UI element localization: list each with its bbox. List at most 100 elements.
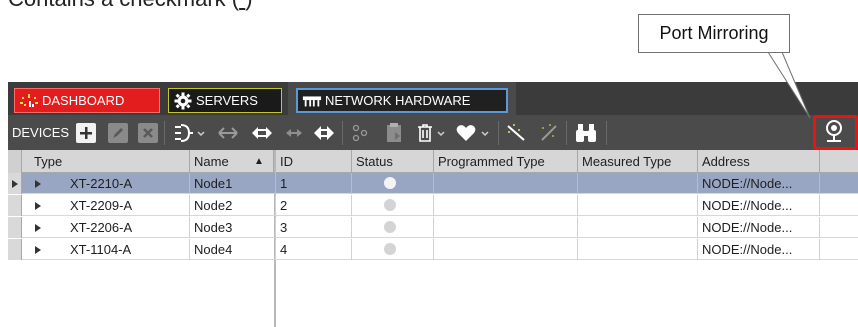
callout-label: Port Mirroring [659,23,769,43]
expand-row-button[interactable] [24,195,52,216]
column-address-label: Address [702,154,750,169]
port-mirroring-callout: Port Mirroring [638,14,790,53]
favorite-dropdown-button[interactable] [454,121,492,145]
cell-id: 4 [276,239,352,260]
cell-address: NODE://Node... [698,195,820,216]
dashboard-icon [19,93,39,109]
add-icon [76,123,96,143]
delete-dropdown-button[interactable] [414,121,448,145]
link-double-icon [314,126,334,140]
column-header-name[interactable]: Name ▲ [190,150,274,173]
link-left-button[interactable] [216,121,240,145]
network-node-button[interactable] [348,121,372,145]
chevron-right-icon [35,245,41,254]
link-both-icon [252,127,272,139]
cell-status [352,195,434,216]
cell-name: Node4 [190,239,276,260]
cell-type: XT-2206-A [66,217,190,238]
tab-servers[interactable]: SERVERS [168,88,282,113]
link-left-icon [218,127,238,139]
column-programmed-type-label: Programmed Type [438,154,545,169]
cell-programmed-type [434,173,578,194]
cell-id: 3 [276,217,352,238]
column-status-label: Status [356,154,393,169]
row-header [8,239,22,260]
cell-programmed-type [434,195,578,216]
column-header-measured-type[interactable]: Measured Type [578,150,698,173]
cell-type: XT-2209-A [66,195,190,216]
cell-measured-type [578,239,698,260]
network-node-icon [352,124,368,142]
cell-address: NODE://Node... [698,173,820,194]
magic-wand-button[interactable] [504,121,528,145]
remove-device-button[interactable] [136,121,160,145]
caption-prefix: Contains a checkmark ( [8,0,239,11]
cell-type: XT-2210-A [66,173,190,194]
cell-status [352,217,434,238]
edit-icon [108,123,128,143]
clipboard-button[interactable] [382,121,406,145]
application-window: DASHBOARD SERVERS NETWORK HARDWARE DEVIC… [8,82,858,327]
table-row[interactable]: XT-2209-A Node2 2 NODE://Node... [8,195,858,216]
cell-measured-type [578,173,698,194]
table-row[interactable]: XT-2210-A Node1 1 NODE://Node... [8,173,858,194]
cell-id: 2 [276,195,352,216]
status-offline-icon [384,199,396,211]
cell-measured-type [578,195,698,216]
cell-measured-type [578,217,698,238]
table-row[interactable]: XT-2206-A Node3 3 NODE://Node... [8,217,858,238]
connector-dropdown-button[interactable] [172,121,206,145]
find-device-button[interactable] [574,121,598,145]
cell-name: Node3 [190,217,276,238]
table-row[interactable]: XT-1104-A Node4 4 NODE://Node... [8,239,858,260]
column-header-id[interactable]: ID [276,150,352,173]
expand-row-button[interactable] [24,217,52,238]
chevron-right-icon [35,179,41,188]
status-offline-icon [384,221,396,233]
cell-type: XT-1104-A [66,239,190,260]
connector-icon [175,124,205,142]
row-header [8,195,22,216]
cell-status [352,173,434,194]
column-measured-type-label: Measured Type [582,154,672,169]
cell-name: Node2 [190,195,276,216]
status-online-icon [384,177,396,189]
column-header-programmed-type[interactable]: Programmed Type [434,150,578,173]
toolbar-separator [606,121,607,145]
link-small-button[interactable] [282,121,306,145]
cell-id: 1 [276,173,352,194]
wand-icon [507,124,525,141]
add-device-button[interactable] [74,121,98,145]
link-double-button[interactable] [312,121,336,145]
edit-device-button[interactable] [106,121,130,145]
clipboard-icon [387,123,401,142]
devices-toolbar: DEVICES [8,115,858,150]
tab-dashboard[interactable]: DASHBOARD [14,88,160,113]
caption-suffix: ) [245,0,252,11]
devices-grid: Type Name ▲ ID Status Programmed Type Me… [8,150,858,327]
cell-programmed-type [434,239,578,260]
sort-ascending-icon: ▲ [254,156,264,167]
tab-network-hardware[interactable]: NETWORK HARDWARE [296,88,508,113]
main-tab-bar: DASHBOARD SERVERS NETWORK HARDWARE [8,82,858,115]
magic-wand-disabled-button[interactable] [536,121,560,145]
chevron-right-icon [35,201,41,210]
port-mirroring-highlight [813,115,858,150]
tab-servers-label: SERVERS [196,93,258,108]
column-header-type[interactable]: Type [22,150,190,173]
expand-row-button[interactable] [24,239,52,260]
toolbar-devices-label: DEVICES [12,125,70,140]
tab-network-label: NETWORK HARDWARE [325,93,471,108]
expand-row-button[interactable] [24,173,52,194]
cell-programmed-type [434,217,578,238]
link-both-button[interactable] [250,121,274,145]
row-header-corner [8,150,22,173]
column-name-label: Name [194,154,229,169]
row-header [8,217,22,238]
column-header-status[interactable]: Status [352,150,434,173]
cell-address: NODE://Node... [698,217,820,238]
trash-menu-icon [418,124,445,142]
column-type-label: Type [34,154,63,169]
cell-status [352,239,434,260]
column-header-address[interactable]: Address [698,150,820,173]
